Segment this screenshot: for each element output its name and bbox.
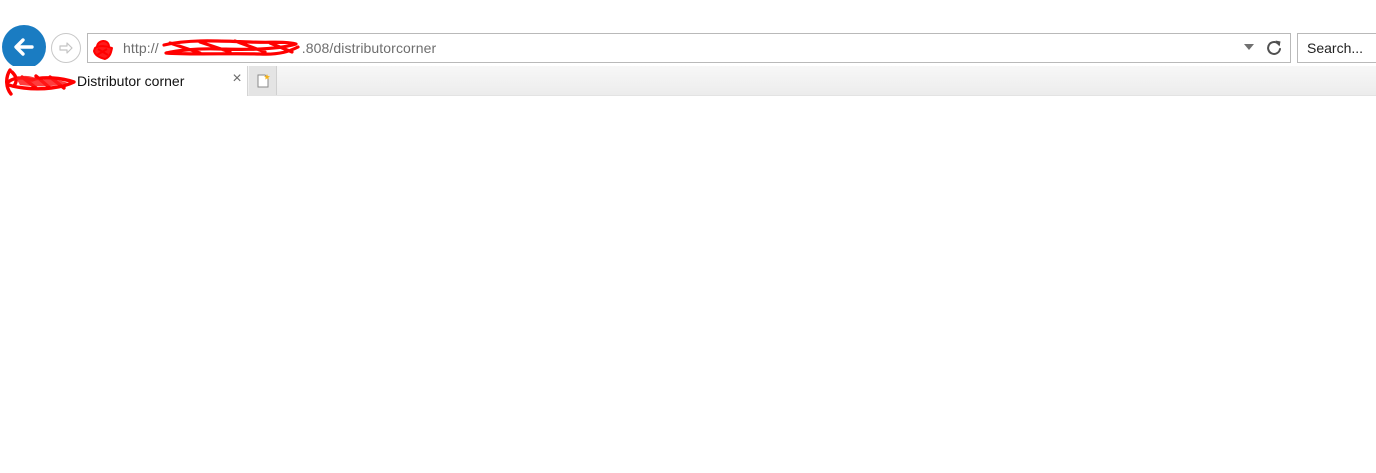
page-content [0, 96, 1376, 473]
new-tab-icon [257, 73, 270, 87]
navigation-bar: http:// .808/distributorcorner Search... [0, 0, 1376, 69]
tab-title: Distributor corner [77, 73, 185, 89]
chevron-down-icon[interactable] [1244, 44, 1254, 50]
new-tab-button[interactable] [249, 66, 277, 95]
forward-button[interactable] [51, 33, 81, 63]
url-prefix: http:// [123, 40, 159, 56]
tab-distributor-corner[interactable]: Distributor corner × [0, 66, 248, 96]
forward-arrow-icon [59, 42, 73, 54]
back-button[interactable] [2, 25, 46, 69]
redaction-scribble [162, 39, 300, 56]
url-path: /distributorcorner [329, 40, 437, 56]
tab-strip: Distributor corner × [0, 66, 1376, 96]
close-icon[interactable]: × [229, 70, 245, 88]
browser-window: http://.808/distributorcorner Search... … [0, 0, 1376, 473]
back-arrow-icon [14, 38, 34, 56]
lock-icon [93, 40, 113, 60]
search-placeholder: Search... [1307, 40, 1364, 56]
url-port-fragment: .808 [301, 40, 330, 56]
address-bar[interactable]: http:// .808/distributorcorner [87, 33, 1291, 63]
refresh-icon[interactable] [1264, 38, 1284, 58]
search-input[interactable]: Search... [1297, 33, 1376, 63]
